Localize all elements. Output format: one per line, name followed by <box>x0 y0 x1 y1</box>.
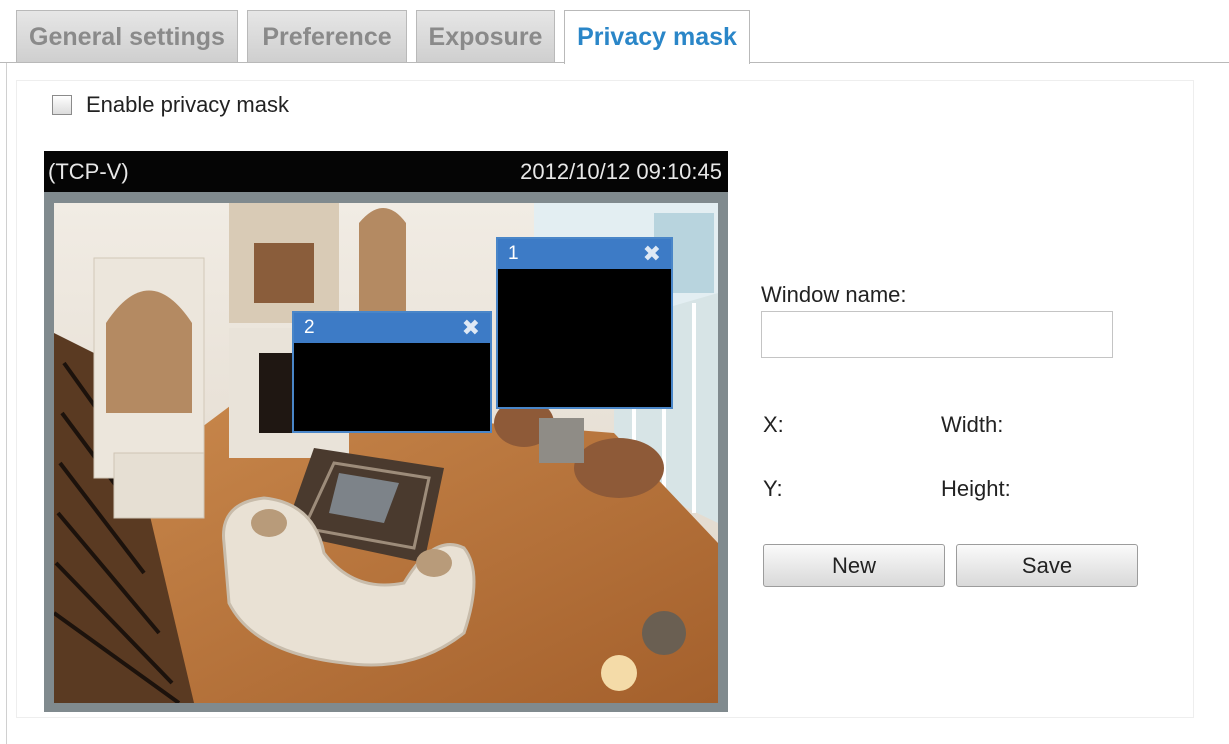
live-video-image[interactable]: 1 ✖ 2 ✖ <box>54 203 718 703</box>
tab-preference[interactable]: Preference <box>247 10 407 62</box>
mask-titlebar-1[interactable]: 1 ✖ <box>498 239 671 269</box>
privacy-mask-window-2[interactable]: 2 ✖ <box>292 311 492 433</box>
close-icon[interactable]: ✖ <box>643 239 661 269</box>
mask-id-1: 1 <box>508 243 519 264</box>
tab-exposure[interactable]: Exposure <box>416 10 555 62</box>
left-border <box>6 62 7 744</box>
mask-id-2: 2 <box>304 317 315 338</box>
y-label: Y: <box>763 476 783 501</box>
video-source-label: (TCP-V) <box>48 159 129 184</box>
video-header: (TCP-V) 2012/10/12 09:10:45 <box>44 151 728 192</box>
enable-privacy-mask-row: Enable privacy mask <box>52 92 289 118</box>
privacy-mask-window-1[interactable]: 1 ✖ <box>496 237 673 409</box>
video-timestamp: 2012/10/12 09:10:45 <box>520 159 722 184</box>
tab-privacy-mask[interactable]: Privacy mask <box>564 10 750 64</box>
width-label: Width: <box>941 412 1004 437</box>
window-name-label: Window name: <box>761 282 907 307</box>
mask-titlebar-2[interactable]: 2 ✖ <box>294 313 490 343</box>
enable-privacy-mask-label: Enable privacy mask <box>86 92 289 117</box>
enable-privacy-mask-checkbox[interactable] <box>52 95 72 115</box>
video-view: (TCP-V) 2012/10/12 09:10:45 1 ✖ 2 ✖ <box>44 151 728 712</box>
height-label: Height: <box>941 476 1011 501</box>
close-icon[interactable]: ✖ <box>462 313 480 343</box>
new-button[interactable]: New <box>763 544 945 587</box>
window-name-input[interactable] <box>761 311 1113 358</box>
tab-bar: General settings Preference Exposure Pri… <box>0 0 1229 64</box>
x-label: X: <box>763 412 784 437</box>
tab-general-settings[interactable]: General settings <box>16 10 238 62</box>
save-button[interactable]: Save <box>956 544 1138 587</box>
